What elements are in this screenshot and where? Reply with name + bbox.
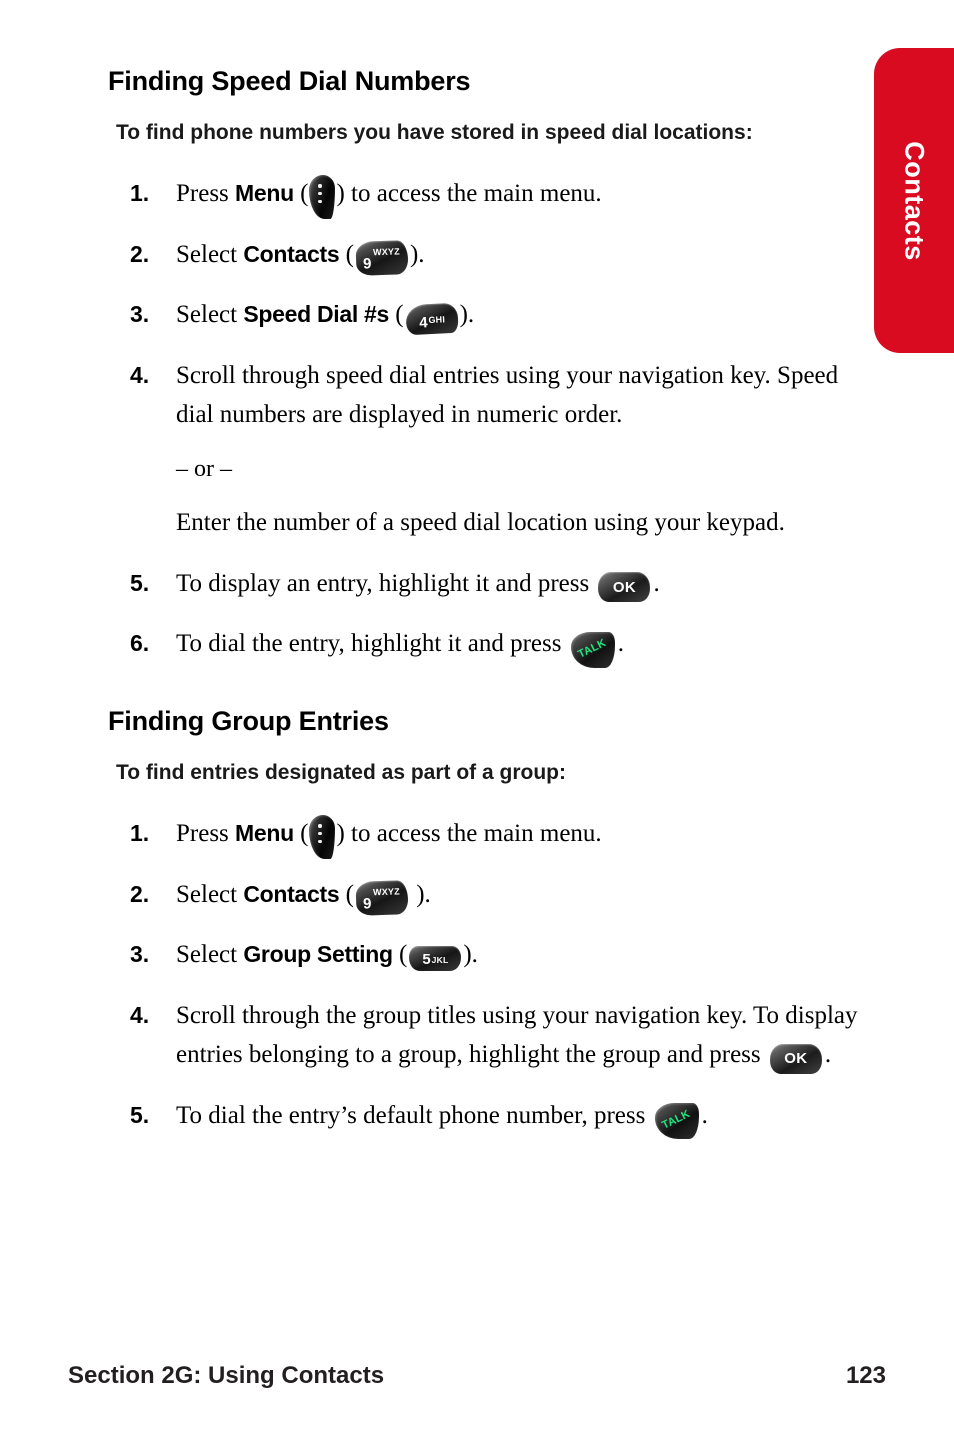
step-number: 6. <box>130 630 150 657</box>
step-text-post: ). <box>409 240 425 268</box>
menu-key-body <box>309 815 336 860</box>
step-number: 5. <box>130 569 150 596</box>
key-label: 4 GHI <box>405 302 458 335</box>
step-number: 4. <box>130 1002 150 1029</box>
step-number: 1. <box>130 819 150 846</box>
step-extra-text: Enter the number of a speed dial locatio… <box>176 508 785 536</box>
step-text-pre: To display an entry, highlight it and pr… <box>176 569 596 597</box>
step-number: 2. <box>130 240 150 267</box>
step-text-mid: ( <box>389 301 404 329</box>
step-text-mid: ( <box>339 880 354 908</box>
key-digit: 9 <box>362 894 372 913</box>
manual-page: Contacts Finding Speed Dial Numbers To f… <box>0 0 954 1433</box>
step-keyword: Group Setting <box>243 941 393 968</box>
step-item: 4. Scroll through the group titles using… <box>108 997 868 1075</box>
step-text-pre: To dial the entry, highlight it and pres… <box>176 630 568 658</box>
step-text-post: . <box>617 630 624 658</box>
step-text-post: ). <box>463 941 478 969</box>
footer-section-label: Section 2G: Using Contacts <box>68 1362 385 1389</box>
key-label: 9 WXYZ <box>355 880 408 916</box>
step-text-pre: Press <box>176 179 236 207</box>
step-text-post: . <box>824 1040 832 1068</box>
step-text-pre: Select <box>176 941 244 969</box>
step-text-pre: Scroll through speed dial entries using … <box>176 362 839 428</box>
page-content: Finding Speed Dial Numbers To find phone… <box>108 66 868 1157</box>
key-label: 9 WXYZ <box>355 240 408 276</box>
steps-list-group-entries: 1. Press Menu ( ) to access the main menu… <box>108 815 868 1139</box>
section-intro-speed-dial: To find phone numbers you have stored in… <box>116 121 753 145</box>
steps-list-speed-dial: 1. Press Menu ( ) to access the main menu… <box>108 175 868 668</box>
talk-key-icon: TALK <box>570 631 615 668</box>
step-text-post: . <box>701 1101 708 1129</box>
step-number: 5. <box>130 1101 150 1128</box>
step-text-post: ). <box>459 301 475 329</box>
step-or-separator: – or – <box>176 455 232 482</box>
key-letters: WXYZ <box>372 245 400 257</box>
menu-key-body <box>309 175 336 220</box>
key-digit: 9 <box>362 254 372 273</box>
ok-key-icon: OK <box>769 1043 822 1074</box>
step-item: 1. Press Menu ( ) to access the main menu… <box>108 815 868 860</box>
footer-page-number: 123 <box>845 1362 886 1389</box>
step-text-pre: Select <box>176 301 244 329</box>
step-item: 3. Select Speed Dial #s (4 GHI). <box>108 296 868 335</box>
menu-key-icon <box>309 815 336 860</box>
step-text-mid: ( <box>392 941 408 969</box>
section-intro-group-entries: To find entries designated as part of a … <box>116 761 566 785</box>
key-label: OK <box>612 578 637 596</box>
key-letters: WXYZ <box>372 885 400 897</box>
step-text-post: . <box>653 569 660 597</box>
section-heading-speed-dial: Finding Speed Dial Numbers <box>108 66 471 96</box>
step-item: 3. Select Group Setting (5 JKL). <box>108 936 868 975</box>
section-heading-group-entries: Finding Group Entries <box>108 706 389 737</box>
step-text-mid: ( <box>339 240 354 268</box>
step-number: 3. <box>130 301 150 328</box>
step-item: 5. To display an entry, highlight it and… <box>108 565 868 604</box>
step-keyword: Contacts <box>243 240 340 267</box>
key-9-wxyz-icon: 9 WXYZ <box>355 880 409 916</box>
menu-key-icon <box>309 175 336 220</box>
key-letters: JKL <box>431 955 449 966</box>
key-5-jkl-icon: 5 JKL <box>409 946 462 972</box>
step-text-post: ). <box>409 880 431 908</box>
step-item: 2. Select Contacts (9 WXYZ). <box>108 236 868 276</box>
step-text-pre: Select <box>176 240 244 268</box>
step-keyword: Menu <box>235 819 294 846</box>
step-text-pre: Select <box>176 880 244 908</box>
key-label: OK <box>784 1050 808 1068</box>
step-text-pre: Scroll through the group titles using yo… <box>176 1002 858 1068</box>
step-keyword: Menu <box>235 179 294 206</box>
key-4-ghi-icon: 4 GHI <box>404 302 459 335</box>
step-item: 5. To dial the entry’s default phone num… <box>108 1097 868 1139</box>
step-number: 1. <box>130 179 150 206</box>
step-item: 1. Press Menu ( ) to access the main menu… <box>108 175 868 220</box>
step-keyword: Speed Dial #s <box>243 301 390 328</box>
menu-key-dots <box>318 184 322 207</box>
key-digit: 4 <box>418 313 428 331</box>
key-label: 5 JKL <box>409 946 461 971</box>
step-text-post: ) to access the main menu. <box>336 179 602 207</box>
step-number: 4. <box>130 362 150 389</box>
step-text-pre: Press <box>176 819 236 847</box>
step-item: 4. Scroll through speed dial entries usi… <box>108 357 868 542</box>
key-9-wxyz-icon: 9 WXYZ <box>355 240 409 276</box>
key-letters: GHI <box>427 313 445 325</box>
step-text-mid: ( <box>293 819 309 847</box>
step-item: 6. To dial the entry, highlight it and p… <box>108 625 868 668</box>
step-keyword: Contacts <box>243 880 340 907</box>
section-tab-contacts: Contacts <box>874 48 954 353</box>
step-text-mid: ( <box>293 179 309 207</box>
step-text-pre: To dial the entry’s default phone number… <box>176 1101 652 1129</box>
talk-key-icon: TALK <box>654 1102 699 1139</box>
ok-key-icon: OK <box>598 572 651 603</box>
key-digit: 5 <box>422 951 431 969</box>
section-tab-label: Contacts <box>899 140 930 261</box>
page-footer: Section 2G: Using Contacts 123 <box>68 1362 886 1390</box>
step-number: 2. <box>130 880 150 907</box>
menu-key-dots <box>318 824 322 847</box>
step-item: 2. Select Contacts (9 WXYZ ). <box>108 876 868 916</box>
step-text-post: ) to access the main menu. <box>336 819 602 847</box>
step-number: 3. <box>130 941 150 968</box>
